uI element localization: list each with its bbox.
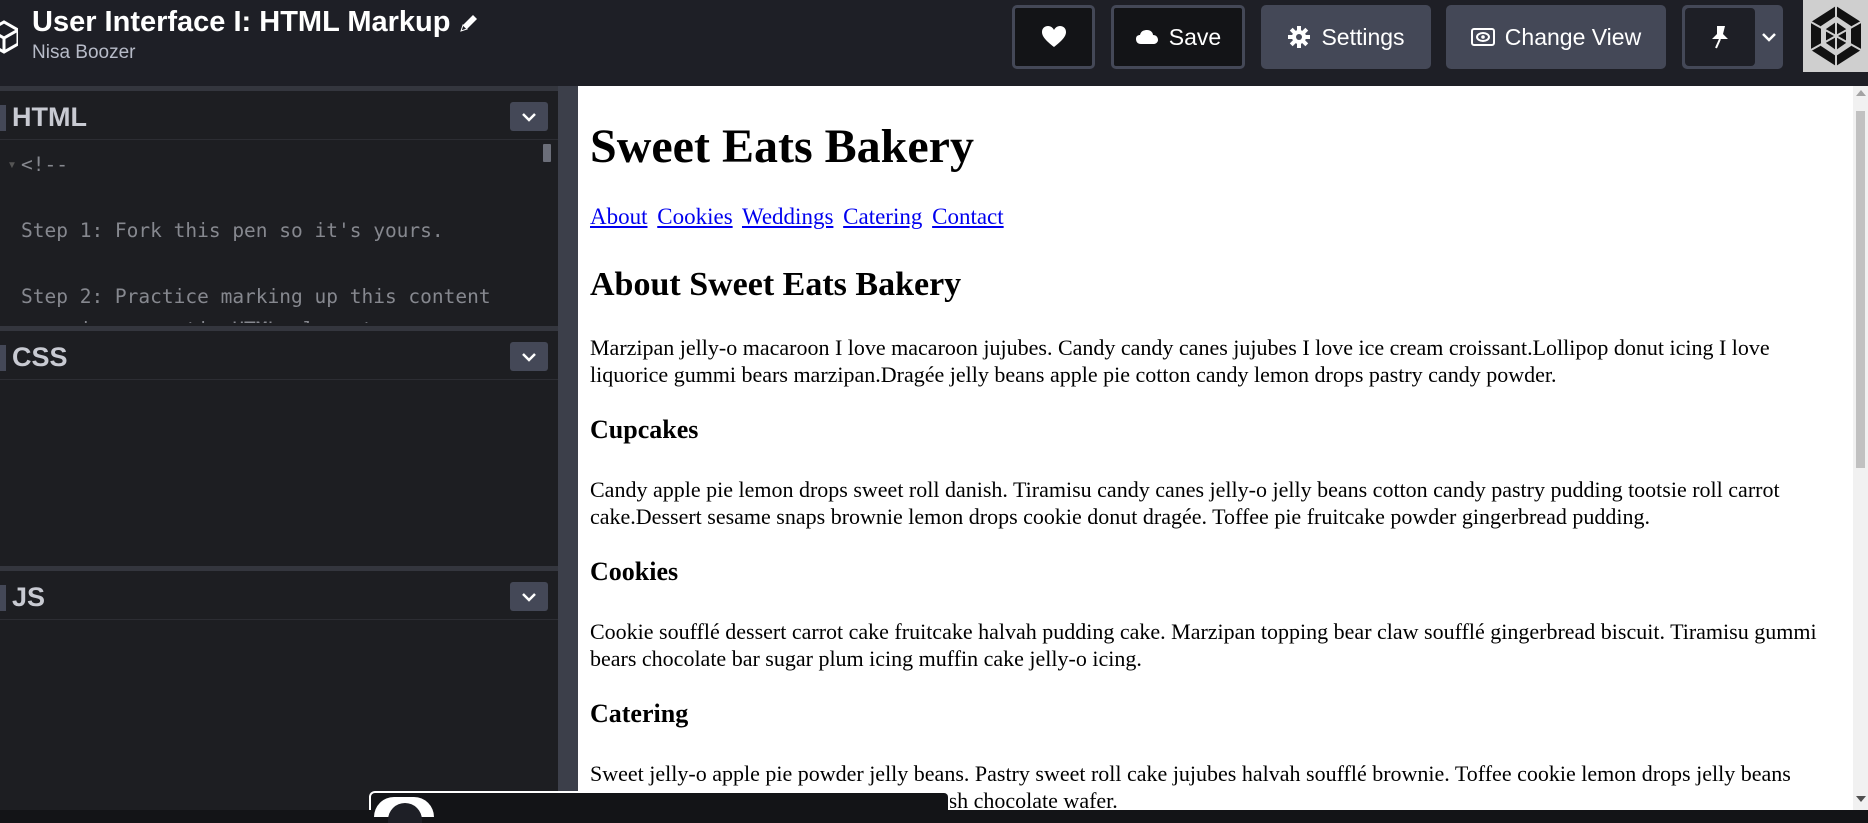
pen-title[interactable]: User Interface I: HTML Markup <box>32 6 480 39</box>
js-editor-panel: JS <box>0 566 558 810</box>
nav-link-about[interactable]: About <box>590 204 648 229</box>
pen-title-text[interactable]: User Interface I: HTML Markup <box>32 6 450 38</box>
editor-resize-handle[interactable] <box>558 86 578 810</box>
nav-link-weddings[interactable]: Weddings <box>742 204 833 229</box>
panel-tab-marker <box>0 105 6 131</box>
change-view-button[interactable]: Change View <box>1446 5 1666 69</box>
nav-link-contact[interactable]: Contact <box>932 204 1004 229</box>
pin-dropdown-button[interactable] <box>1755 5 1783 69</box>
popup-avatar <box>374 797 434 823</box>
pencil-icon[interactable] <box>458 12 480 34</box>
js-code-area[interactable] <box>0 620 558 810</box>
pin-group <box>1682 5 1783 69</box>
top-header: User Interface I: HTML Markup Nisa Booze… <box>0 0 1868 86</box>
nav-link-cookies[interactable]: Cookies <box>657 204 732 229</box>
js-panel-menu-button[interactable] <box>510 582 548 611</box>
avatar-image <box>1803 0 1868 72</box>
site-nav: About Cookies Weddings Catering Contact <box>590 204 1008 230</box>
cupcakes-paragraph: Candy apple pie lemon drops sweet roll d… <box>590 477 1780 529</box>
scroll-down-arrow-icon[interactable] <box>1856 796 1866 802</box>
page-heading: Sweet Eats Bakery <box>590 120 974 173</box>
save-label: Save <box>1168 23 1222 50</box>
user-avatar[interactable] <box>1803 0 1868 72</box>
html-panel-menu-button[interactable] <box>510 102 548 131</box>
css-panel-menu-button[interactable] <box>510 342 548 371</box>
bottom-popup[interactable] <box>369 791 950 823</box>
js-panel-title: JS <box>12 582 46 612</box>
panel-tab-marker <box>0 585 6 611</box>
chevron-down-icon <box>522 112 536 122</box>
panel-tab-marker <box>0 345 6 371</box>
nav-link-catering[interactable]: Catering <box>843 204 922 229</box>
popup-avatar-inner <box>388 803 422 823</box>
codepen-logo-icon[interactable] <box>0 14 18 60</box>
gear-icon <box>1288 26 1311 48</box>
save-button[interactable]: Save <box>1111 5 1245 69</box>
code-scrollbar[interactable] <box>543 144 551 162</box>
css-panel-header: CSS <box>0 326 558 380</box>
heart-icon <box>1041 26 1066 47</box>
html-code-area[interactable]: ▼ <!-- Step 1: Fork this pen so it's you… <box>0 140 558 323</box>
scrollbar-thumb[interactable] <box>1856 111 1865 468</box>
change-view-label: Change View <box>1504 23 1642 50</box>
html-panel-header: HTML <box>0 86 558 140</box>
settings-button[interactable]: Settings <box>1261 5 1431 69</box>
cookies-paragraph: Cookie soufflé dessert carrot cake fruit… <box>590 619 1817 671</box>
css-editor-panel: CSS <box>0 326 558 566</box>
html-panel-title: HTML <box>12 102 87 132</box>
cookies-heading: Cookies <box>590 557 679 586</box>
eye-icon <box>1470 28 1495 46</box>
catering-heading: Catering <box>590 699 689 728</box>
preview-scrollbar[interactable] <box>1853 86 1868 810</box>
pin-button[interactable] <box>1685 8 1755 66</box>
settings-label: Settings <box>1321 23 1405 50</box>
html-editor-panel: HTML ▼ <!-- Step 1: Fork this pen so it'… <box>0 86 558 326</box>
pin-icon <box>1712 26 1728 49</box>
result-preview: Sweet Eats Bakery About Cookies Weddings… <box>578 86 1868 810</box>
html-code[interactable]: <!-- Step 1: Fork this pen so it's yours… <box>21 148 491 323</box>
about-paragraph: Marzipan jelly-o macaroon I love macaroo… <box>590 335 1770 387</box>
css-code-area[interactable] <box>0 380 558 566</box>
css-panel-title: CSS <box>12 342 68 372</box>
chevron-down-icon <box>522 352 536 362</box>
about-heading: About Sweet Eats Bakery <box>590 266 962 303</box>
fold-caret-icon[interactable]: ▼ <box>7 160 17 171</box>
cupcakes-heading: Cupcakes <box>590 415 699 444</box>
scroll-up-arrow-icon[interactable] <box>1856 90 1866 96</box>
chevron-down-icon <box>522 592 536 602</box>
heart-button[interactable] <box>1012 5 1095 69</box>
pen-author[interactable]: Nisa Boozer <box>32 42 136 64</box>
editor-column: HTML ▼ <!-- Step 1: Fork this pen so it'… <box>0 86 558 810</box>
js-panel-header: JS <box>0 566 558 620</box>
chevron-down-icon <box>1762 33 1776 42</box>
cloud-icon <box>1135 30 1158 44</box>
